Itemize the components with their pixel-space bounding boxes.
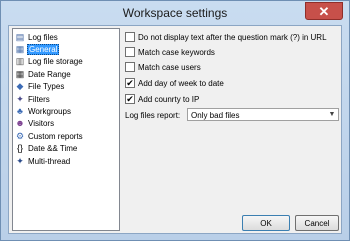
tree-item-label: Custom reports <box>28 131 83 141</box>
tree-item[interactable]: ⚙ Custom reports <box>15 130 84 142</box>
visitors-icon: ☻ <box>15 118 25 129</box>
tree-item-label: Log file storage <box>28 57 83 67</box>
cancel-button[interactable]: Cancel <box>295 215 339 231</box>
dialog-body: ▤ Log files ▦ General ▥ Log file storage ▦ Date… <box>8 25 342 234</box>
ok-button[interactable]: OK <box>242 215 290 231</box>
checkbox-unchecked[interactable] <box>125 47 135 57</box>
checkbox-label: Add day of week to date <box>138 78 224 88</box>
log-files-report-value: Only bad files <box>191 111 240 120</box>
checkbox-label: Match case users <box>138 62 201 72</box>
log-files-icon: ▤ <box>15 31 25 42</box>
tree-item[interactable]: ▦ Date Range <box>15 68 72 80</box>
tree-item[interactable]: {} Date && Time <box>15 143 78 155</box>
workspace-settings-window: Workspace settings ✕ ▤ Log files ▦ General ▥… <box>0 0 350 241</box>
checkbox-unchecked[interactable] <box>125 32 135 42</box>
tree-item-label: General <box>27 43 60 55</box>
tree-item-label: Log files <box>28 32 58 42</box>
chevron-down-icon[interactable]: ▼ <box>326 109 338 120</box>
tree-item[interactable]: ▥ Log file storage <box>15 56 84 68</box>
braces-icon: {} <box>16 143 23 154</box>
tree-item[interactable]: ▤ Log files <box>15 31 59 43</box>
tree-item-label: Workgroups <box>28 106 71 116</box>
log-files-report-label: Log files report: <box>125 111 181 120</box>
multithread-icon: ✦ <box>16 155 24 166</box>
tree-item-label: Visitors <box>28 119 55 129</box>
tree-item[interactable]: ✦ Filters <box>15 93 51 105</box>
tree-item-label: File Types <box>28 82 65 92</box>
close-icon: ✕ <box>318 4 330 19</box>
custom-reports-icon: ⚙ <box>15 130 25 141</box>
setting-checkbox-row[interactable]: Match case users <box>125 61 201 73</box>
checkbox-label: Add counrty to IP <box>138 94 200 104</box>
storage-icon: ▥ <box>15 56 25 67</box>
tree-item[interactable]: ☻ Visitors <box>15 118 55 130</box>
filter-icon: ✦ <box>16 93 24 104</box>
checkbox-label: Do not display text after the question m… <box>138 32 327 42</box>
checkbox-checked[interactable]: ✔ <box>125 94 135 104</box>
tree-item[interactable]: ◆ File Types <box>15 81 65 93</box>
tree-item[interactable]: ✦ Multi-thread <box>15 155 71 167</box>
tree-item[interactable]: ♣ Workgroups <box>15 105 72 117</box>
window-title: Workspace settings <box>122 6 228 20</box>
log-files-report-select[interactable]: Only bad files ▼ <box>187 108 339 121</box>
close-button[interactable]: ✕ <box>305 2 343 20</box>
settings-category-tree[interactable]: ▤ Log files ▦ General ▥ Log file storage ▦ Date… <box>12 28 120 231</box>
setting-checkbox-row[interactable]: Do not display text after the question m… <box>125 31 327 43</box>
tree-item-label: Date Range <box>28 69 71 79</box>
tree-item-label: Date && Time <box>28 144 78 154</box>
setting-checkbox-row[interactable]: ✔ Add counrty to IP <box>125 93 199 105</box>
setting-checkbox-row[interactable]: ✔ Add day of week to date <box>125 77 224 89</box>
workgroups-icon: ♣ <box>17 105 23 116</box>
general-settings-panel: Log files report: Only bad files ▼ Do no… <box>125 26 340 206</box>
checkbox-unchecked[interactable] <box>125 62 135 72</box>
setting-checkbox-row[interactable]: Match case keywords <box>125 46 215 58</box>
calendar-icon: ▦ <box>15 68 25 79</box>
tree-item[interactable]: ▦ General <box>15 43 60 55</box>
checkbox-label: Match case keywords <box>138 47 215 57</box>
tree-item-label: Filters <box>28 94 50 104</box>
file-types-icon: ◆ <box>16 81 24 92</box>
checkbox-checked[interactable]: ✔ <box>125 78 135 88</box>
title-bar[interactable]: Workspace settings ✕ <box>1 1 349 25</box>
tree-item-label: Multi-thread <box>28 156 71 166</box>
general-icon: ▦ <box>15 43 25 54</box>
